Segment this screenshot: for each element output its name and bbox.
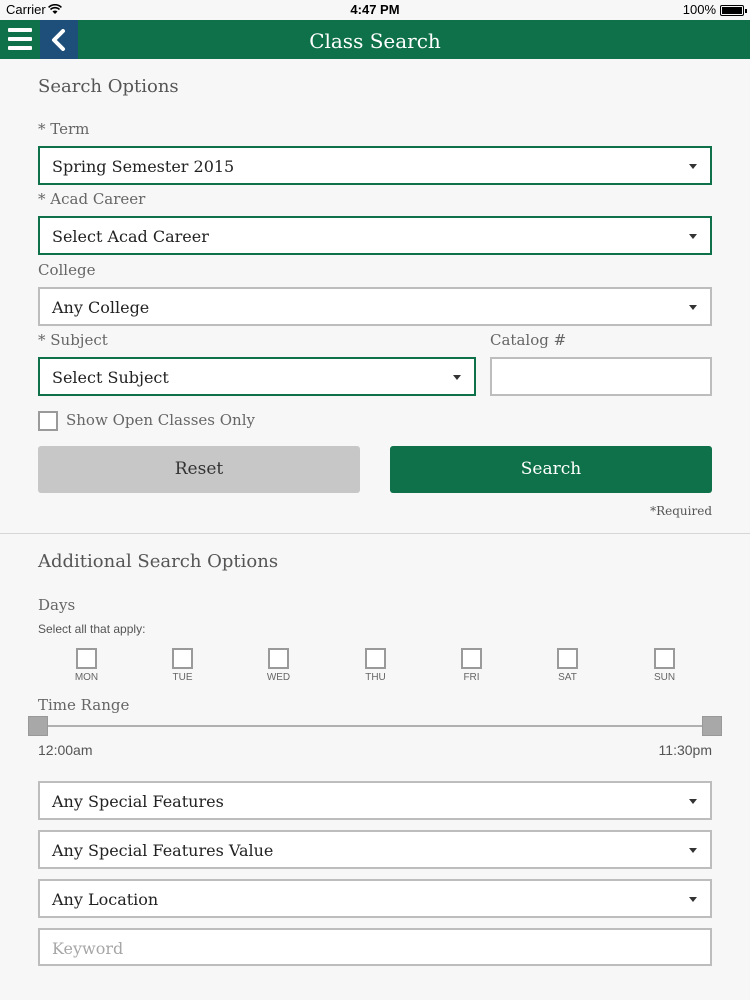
term-label: * Term: [38, 120, 90, 138]
keyword-input[interactable]: Keyword: [38, 928, 712, 966]
subject-value: Select Subject: [52, 368, 169, 387]
time-range-start: 12:00am: [38, 742, 93, 758]
acad-career-select[interactable]: Select Acad Career: [38, 216, 712, 255]
day-label: FRI: [463, 672, 480, 683]
day-checkbox[interactable]: [654, 648, 675, 669]
chevron-down-icon: [689, 897, 697, 902]
chevron-down-icon: [689, 234, 697, 239]
search-button[interactable]: Search: [390, 446, 712, 493]
day-checkbox[interactable]: [557, 648, 578, 669]
time-range-label: Time Range: [38, 696, 130, 714]
location-value: Any Location: [52, 890, 159, 909]
battery-percentage: 100%: [682, 2, 716, 17]
term-select[interactable]: Spring Semester 2015: [38, 146, 712, 185]
day-checkbox[interactable]: [172, 648, 193, 669]
day-checkbox[interactable]: [268, 648, 289, 669]
open-classes-label: Show Open Classes Only: [66, 411, 255, 429]
time-range-end: 11:30pm: [658, 742, 712, 758]
section-divider: [0, 533, 750, 534]
nav-bar: Class Search: [0, 20, 750, 59]
location-select[interactable]: Any Location: [38, 879, 712, 918]
subject-select[interactable]: Select Subject: [38, 357, 476, 396]
time-range-end-handle[interactable]: [702, 716, 722, 736]
special-features-value-value: Any Special Features Value: [52, 841, 274, 860]
day-label: SUN: [653, 672, 676, 683]
catalog-label: Catalog #: [490, 331, 567, 349]
reset-button[interactable]: Reset: [38, 446, 360, 493]
day-label: MON: [74, 672, 99, 683]
days-label: Days: [38, 596, 76, 614]
chevron-down-icon: [689, 305, 697, 310]
required-note: *Required: [650, 504, 712, 518]
page-title: Class Search: [309, 29, 441, 53]
subject-label: * Subject: [38, 331, 108, 349]
chevron-down-icon: [689, 799, 697, 804]
clock: 4:47 PM: [350, 2, 400, 17]
day-checkbox[interactable]: [76, 648, 97, 669]
college-value: Any College: [52, 298, 150, 317]
search-options-heading: Search Options: [38, 76, 179, 97]
day-checkbox[interactable]: [365, 648, 386, 669]
time-range-start-handle[interactable]: [28, 716, 48, 736]
special-features-select[interactable]: Any Special Features: [38, 781, 712, 820]
chevron-down-icon: [689, 848, 697, 853]
acad-career-label: * Acad Career: [38, 190, 146, 208]
keyword-placeholder: Keyword: [52, 939, 124, 958]
acad-career-value: Select Acad Career: [52, 227, 209, 246]
time-range-track[interactable]: [38, 725, 712, 727]
college-label: College: [38, 261, 96, 279]
status-bar: Carrier 4:47 PM 100%: [0, 0, 750, 20]
chevron-down-icon: [453, 375, 461, 380]
day-label: WED: [266, 672, 291, 683]
open-classes-checkbox[interactable]: [38, 411, 58, 431]
day-label: THU: [365, 672, 386, 683]
chevron-down-icon: [689, 164, 697, 169]
days-hint: Select all that apply:: [38, 622, 146, 636]
day-label: SAT: [558, 672, 577, 683]
term-value: Spring Semester 2015: [52, 157, 235, 176]
special-features-value: Any Special Features: [52, 792, 224, 811]
battery-icon: [720, 5, 747, 16]
day-checkbox[interactable]: [461, 648, 482, 669]
day-label: TUE: [172, 672, 193, 683]
catalog-number-input[interactable]: [490, 357, 712, 396]
special-features-value-select[interactable]: Any Special Features Value: [38, 830, 712, 869]
college-select[interactable]: Any College: [38, 287, 712, 326]
additional-options-heading: Additional Search Options: [38, 551, 279, 572]
